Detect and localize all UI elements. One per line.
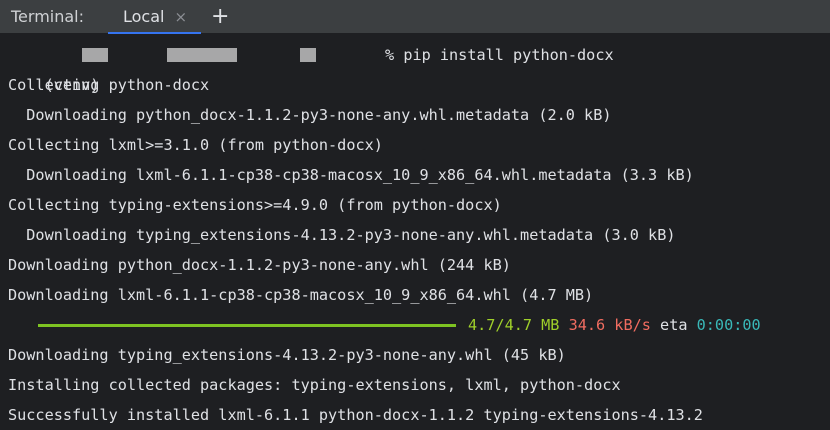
output-line: Downloading typing_extensions-4.13.2-py3…	[8, 226, 676, 244]
output-line: Collecting typing-extensions>=4.9.0 (fro…	[8, 196, 502, 214]
download-progress-bar	[38, 324, 456, 327]
download-progress-row: 4.7/4.7 MB 34.6 kB/s eta 0:00:00	[0, 310, 830, 340]
tab-local-label: Local	[123, 7, 165, 26]
close-icon[interactable]: ×	[174, 8, 187, 26]
output-line: Downloading typing_extensions-4.13.2-py3…	[8, 346, 566, 364]
download-size: 4.7/4.7 MB	[468, 316, 560, 334]
progress-text: 4.7/4.7 MB 34.6 kB/s eta 0:00:00	[468, 310, 761, 340]
output-line: Collecting lxml>=3.1.0 (from python-docx…	[8, 136, 383, 154]
add-tab-icon[interactable]: +	[211, 5, 229, 28]
output-line: Successfully installed lxml-6.1.1 python…	[8, 406, 703, 424]
tab-local[interactable]: Local ×	[108, 0, 202, 35]
redacted-block	[82, 48, 108, 62]
redacted-block	[167, 48, 237, 62]
eta-label: eta	[660, 316, 688, 334]
output-line: Downloading python_docx-1.1.2-py3-none-a…	[8, 106, 612, 124]
terminal-output[interactable]: (venv) % pip install python-docx Collect…	[0, 34, 830, 430]
download-progress-fill	[38, 324, 456, 327]
command-line: % pip install python-docx	[385, 40, 614, 70]
output-line: Downloading lxml-6.1.1-cp38-cp38-macosx_…	[8, 286, 594, 304]
command-text: pip install python-docx	[403, 46, 614, 64]
output-line: Downloading lxml-6.1.1-cp38-cp38-macosx_…	[8, 166, 694, 184]
output-line: Downloading python_docx-1.1.2-py3-none-a…	[8, 256, 511, 274]
download-speed: 34.6 kB/s	[568, 316, 651, 334]
prompt-symbol: %	[385, 46, 395, 64]
eta-value: 0:00:00	[696, 316, 761, 334]
terminal-tab-bar: Terminal: Local × +	[0, 0, 830, 35]
terminal-title: Terminal:	[11, 7, 85, 26]
redacted-block	[300, 48, 316, 62]
output-line: Installing collected packages: typing-ex…	[8, 376, 621, 394]
output-line: Collecting python-docx	[8, 76, 210, 94]
